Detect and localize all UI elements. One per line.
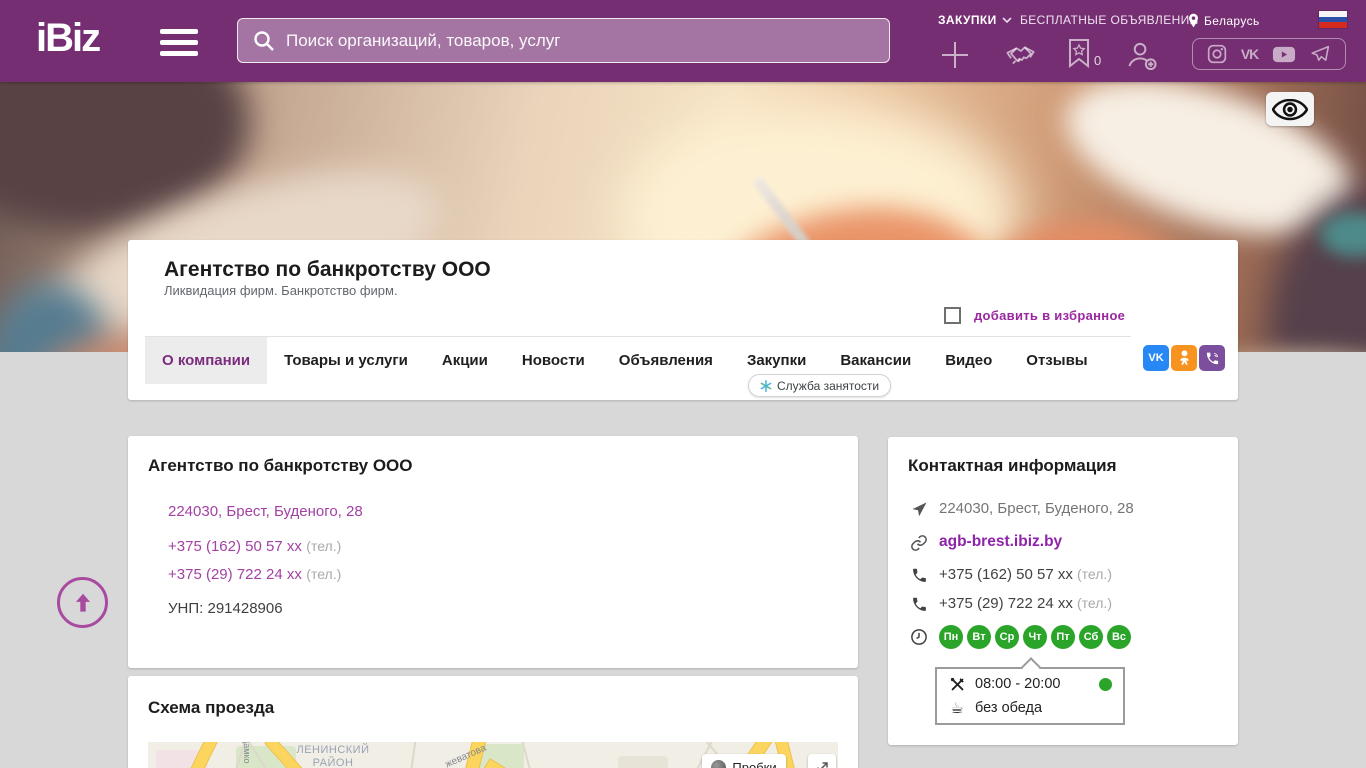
add-to-favorites[interactable]: добавить в избранное [944,307,1125,324]
company-tabs: О компании Товары и услуги Акции Новости… [145,336,1131,384]
favorite-label: добавить в избранное [974,308,1126,323]
tab-news[interactable]: Новости [505,337,602,384]
phone-note-2: (тел.) [306,566,342,582]
contact-phone-row-2: +375 (29) 722 24 xx (тел.) [909,595,1218,613]
tab-products[interactable]: Товары и услуги [267,337,425,384]
vk-icon[interactable]: VK [1241,46,1259,62]
accessibility-eye-button[interactable] [1266,92,1314,126]
favorites-bookmark-icon[interactable] [1067,38,1091,73]
search-input[interactable] [286,30,889,51]
working-hours: 08:00 - 20:00 [975,676,1061,692]
tab-video[interactable]: Видео [928,337,1009,384]
eye-icon [1272,98,1308,120]
navigation-arrow-icon [909,501,929,518]
partnership-handshake-icon[interactable] [1002,41,1040,75]
phone-note-1: (тел.) [306,538,342,554]
employment-asterisk-icon [760,379,772,392]
map-card-title: Схема проезда [148,698,275,717]
scroll-to-top-button[interactable] [57,577,108,628]
contact-info-card: Контактная информация 224030, Брест, Буд… [888,437,1238,745]
expand-arrows-icon [816,762,828,768]
tab-reviews[interactable]: Отзывы [1009,337,1104,384]
company-title: Агентство по банкротству ООО [164,258,491,281]
favorite-checkbox[interactable] [944,307,961,324]
day-sun[interactable]: Вс [1107,625,1131,649]
odnoklassniki-icon[interactable] [1171,345,1197,371]
add-user-icon[interactable] [1126,40,1158,76]
company-subtitle: Ликвидация фирм. Банкротство фирм. [164,283,398,298]
website-link[interactable]: agb-brest.ibiz.by [939,533,1062,551]
lunch-row: ☕ без обеда [937,696,1123,720]
clock-icon [909,628,929,646]
map-street-side-label: дамко [242,742,252,764]
contact-address-row: 224030, Брест, Буденого, 28 [909,500,1218,518]
day-wed[interactable]: Ср [995,625,1019,649]
map-district-label: ЛЕНИНСКИЙ РАЙОН [296,744,370,768]
viber-icon[interactable] [1199,345,1225,371]
telegram-icon[interactable] [1310,44,1331,65]
lunch-info: без обеда [975,700,1043,716]
link-icon [909,534,929,552]
company-info-card: Агентство по банкротству ООО 224030, Бре… [128,436,858,668]
tab-about[interactable]: О компании [145,337,268,384]
company-unp: УНП: 291428906 [168,600,283,617]
phone-link-1[interactable]: +375 (162) 50 57 xx [168,538,302,555]
coffee-icon: ☕ [950,698,964,717]
search-icon [254,30,274,51]
phone-icon [909,567,929,584]
day-tue[interactable]: Вт [967,625,991,649]
day-mon[interactable]: Пн [939,625,963,649]
tools-icon [948,676,966,693]
open-status-dot [1099,677,1112,691]
contact-phone-row-1: +375 (162) 50 57 xx (тел.) [909,566,1218,584]
tab-ads[interactable]: Объявления [602,337,730,384]
contact-card-title: Контактная информация [908,456,1117,475]
instagram-icon[interactable] [1207,44,1227,64]
company-header-card: Агентство по банкротству ООО Ликвидация … [128,240,1238,400]
region-selector[interactable]: Беларусь [1188,13,1260,28]
youtube-icon[interactable] [1272,46,1296,63]
arrow-up-icon [75,593,90,612]
tab-promos[interactable]: Акции [425,337,505,384]
working-days-row: Пн Вт Ср Чт Пт Сб Вс [909,625,1218,649]
contact-phone-2[interactable]: +375 (29) 722 24 xx [939,595,1073,612]
day-fri[interactable]: Пт [1051,625,1075,649]
vk-share-icon[interactable]: VK [1143,345,1169,371]
map-card: Схема проезда ЛЕНИНСКИЙ РАЙОН жеватова д… [128,676,858,768]
map-canvas[interactable]: ЛЕНИНСКИЙ РАЙОН жеватова дамко Пробки [148,742,838,768]
phone-link-2[interactable]: +375 (29) 722 24 xx [168,566,302,583]
page: iBiz ЗАКУПКИ БЕСПЛАТНЫЕ ОБЪЯВЛЕНИЯ Белар… [0,0,1366,768]
day-sat[interactable]: Сб [1079,625,1103,649]
language-flag-ru[interactable] [1319,11,1347,28]
menu-free-ads[interactable]: БЕСПЛАТНЫЕ ОБЪЯВЛЕНИЯ [1020,13,1199,27]
contact-website-row: agb-brest.ibiz.by [909,533,1218,552]
chevron-down-icon [1002,17,1012,23]
company-address-link[interactable]: 224030, Брест, Буденого, 28 [168,503,363,520]
contact-phone-1-note: (тел.) [1077,566,1112,582]
traffic-toggle-button[interactable]: Пробки [702,754,786,768]
working-hours-tooltip: 08:00 - 20:00 ☕ без обеда [935,657,1125,725]
employment-service-badge[interactable]: Служба занятости [748,374,892,397]
info-card-title: Агентство по банкротству ООО [148,456,413,475]
app-header: iBiz ЗАКУПКИ БЕСПЛАТНЫЕ ОБЪЯВЛЕНИЯ Белар… [0,0,1366,82]
working-hours-row: 08:00 - 20:00 [937,672,1123,696]
hamburger-menu-icon[interactable] [160,29,198,56]
traffic-icon [711,760,727,768]
share-icons: VK [1143,345,1225,371]
working-days: Пн Вт Ср Чт Пт Сб Вс [939,625,1135,649]
day-thu[interactable]: Чт [1023,625,1047,649]
contact-address: 224030, Брест, Буденого, 28 [939,500,1134,517]
add-plus-icon[interactable] [940,40,970,75]
contact-phone-1[interactable]: +375 (162) 50 57 xx [939,566,1073,583]
contact-phone-2-note: (тел.) [1077,595,1112,611]
favorites-count: 0 [1094,53,1102,68]
social-links-group: VK [1192,38,1346,70]
location-pin-icon [1189,13,1198,28]
phone-icon [909,596,929,613]
ibiz-logo[interactable]: iBiz [36,16,101,60]
map-expand-button[interactable] [808,754,836,768]
search-bar [237,18,890,63]
menu-zakupki[interactable]: ЗАКУПКИ [938,13,1012,27]
